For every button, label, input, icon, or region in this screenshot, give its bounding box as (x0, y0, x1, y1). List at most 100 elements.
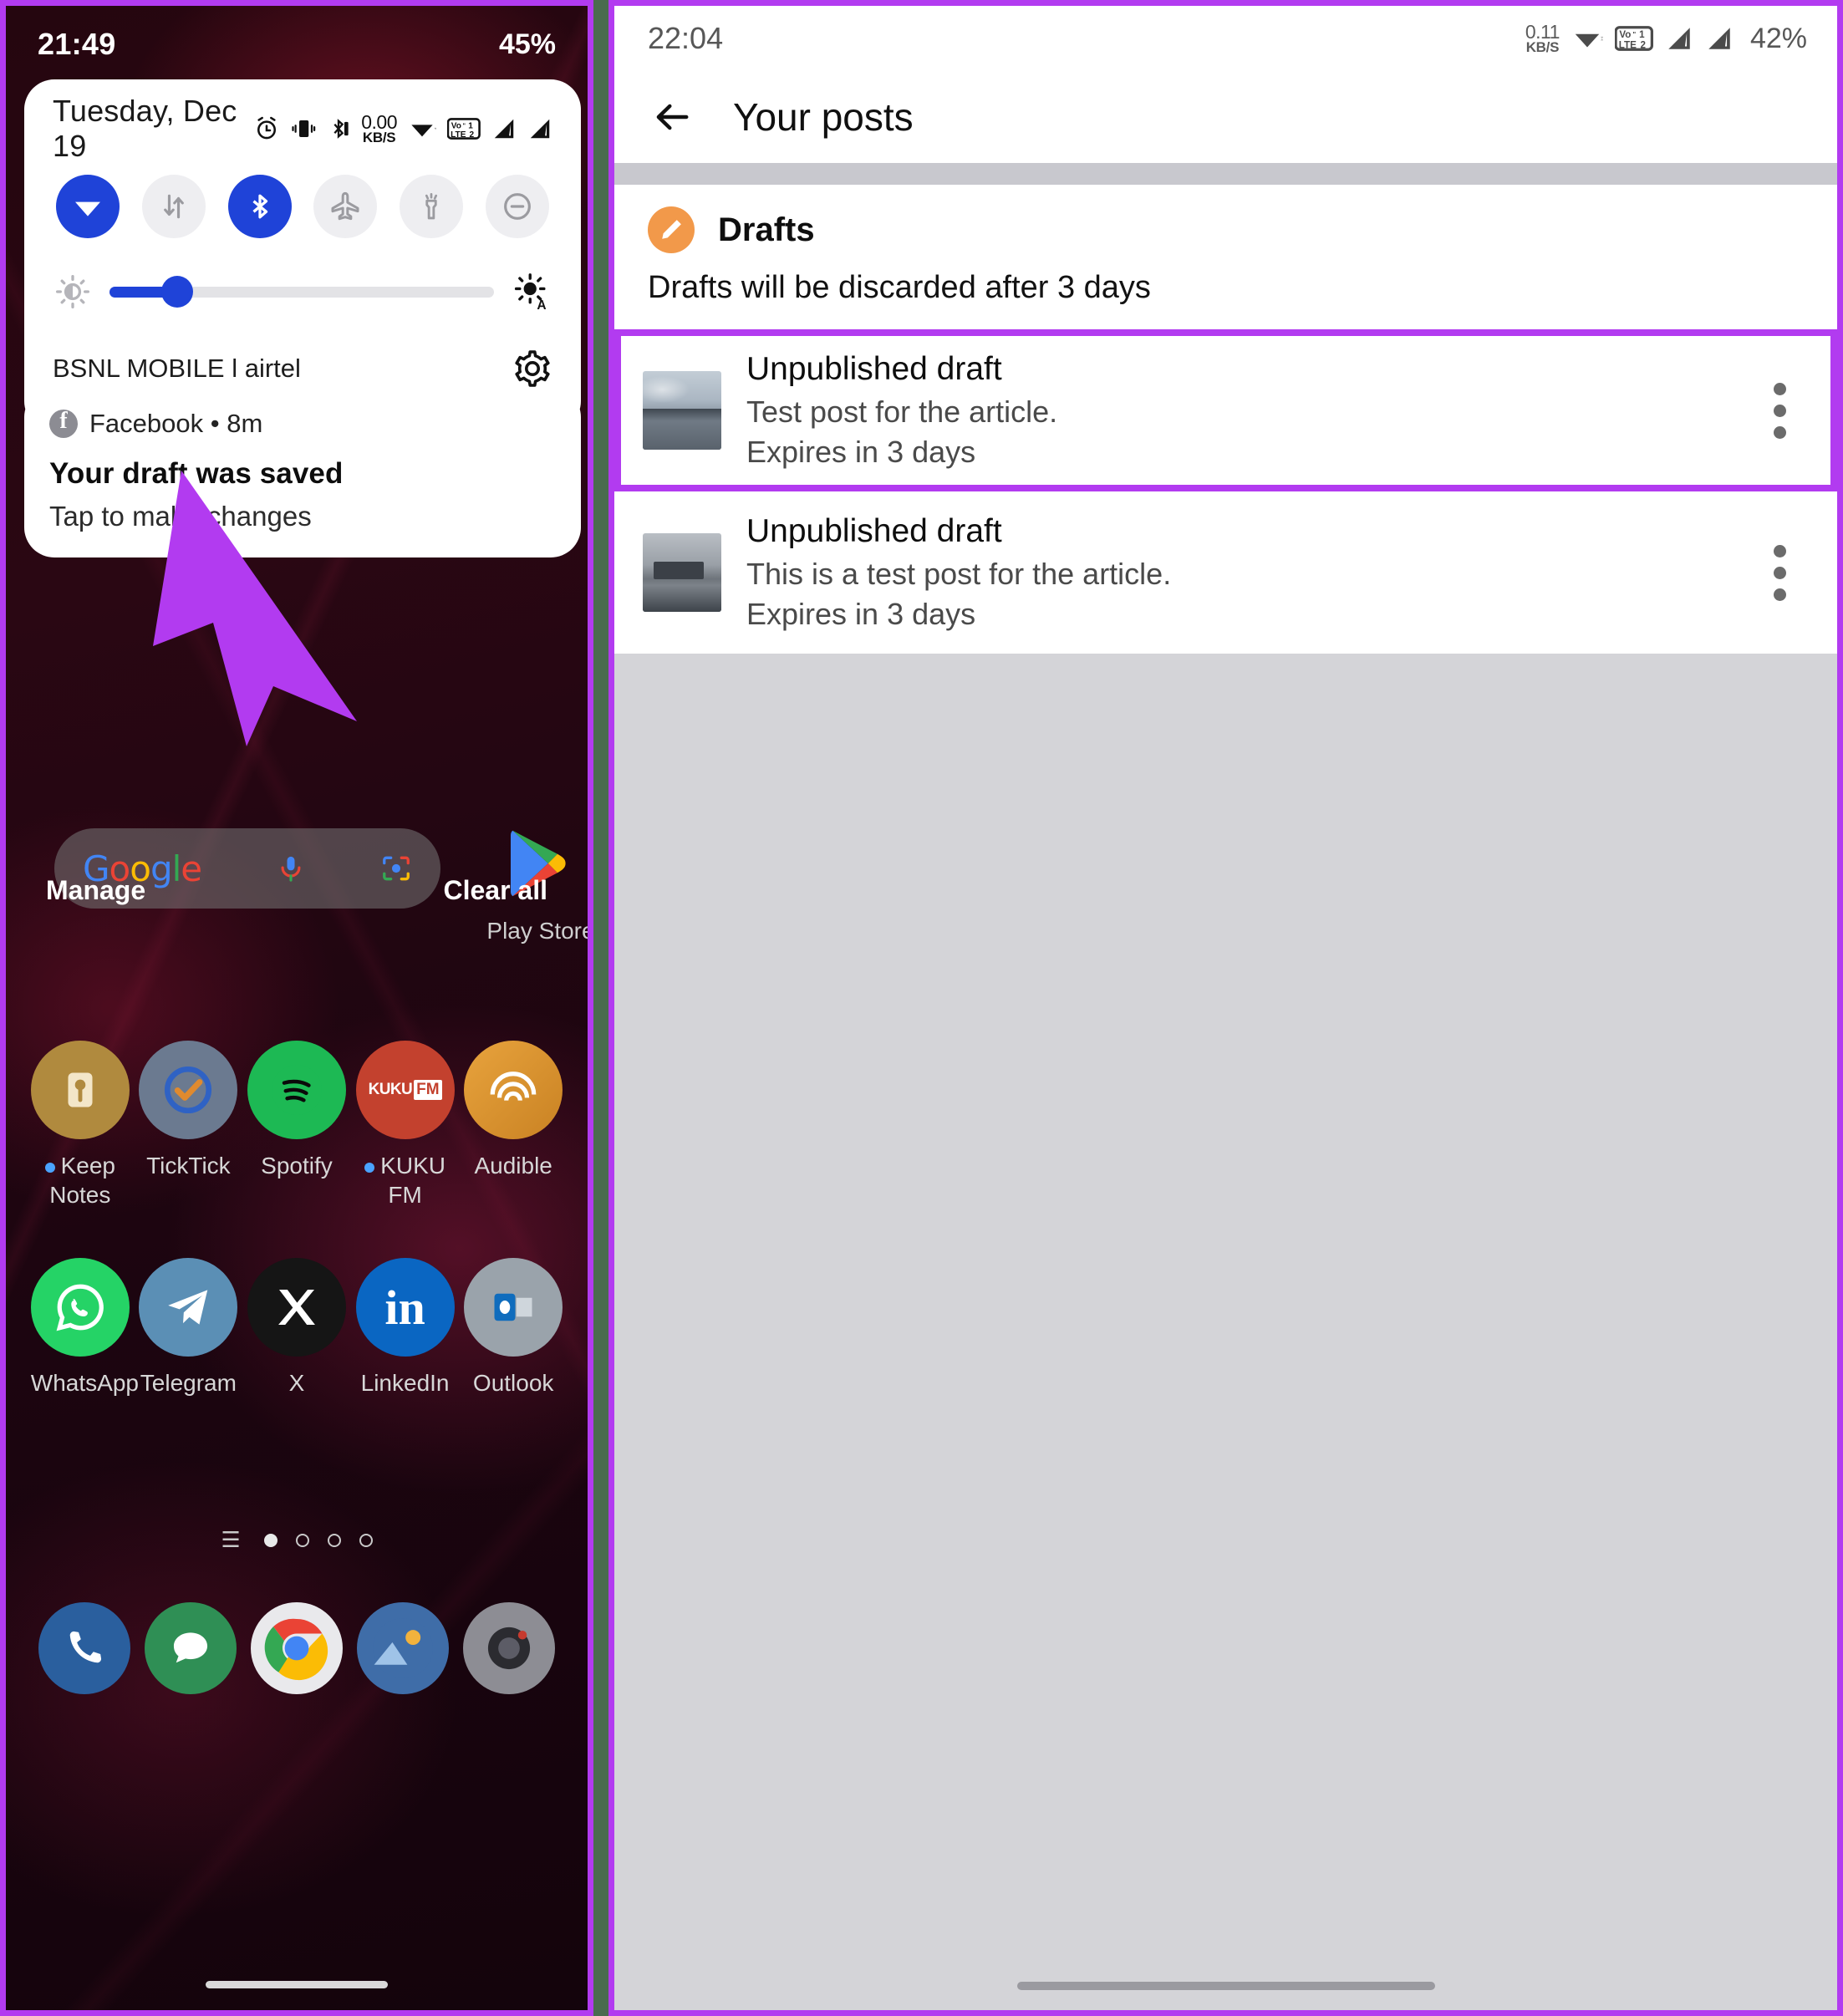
audible-icon (464, 1041, 563, 1139)
app-spotify[interactable]: Spotify (247, 1041, 346, 1209)
left-status-bar: 21:49 45% (6, 6, 588, 83)
svg-text:Vo: Vo (451, 121, 461, 130)
app-keep-notes[interactable]: Keep Notes (31, 1041, 130, 1209)
draft-thumbnail (643, 533, 721, 612)
svg-text:LTE: LTE (451, 130, 466, 140)
draft-list-item-2[interactable]: Unpublished draft This is a test post fo… (614, 491, 1837, 654)
draft-thumbnail (643, 371, 721, 450)
spotify-icon (247, 1041, 346, 1139)
brightness-slider[interactable] (109, 287, 494, 298)
net-speed-unit: KB/S (361, 131, 397, 145)
wifi-tile[interactable] (56, 175, 120, 238)
svg-text:Vo: Vo (1619, 29, 1631, 40)
page-dot[interactable] (296, 1534, 309, 1547)
phone-icon[interactable] (38, 1602, 130, 1694)
page-dot[interactable] (359, 1534, 373, 1547)
manage-button[interactable]: Manage (46, 875, 145, 906)
kuku-fm-icon: KUKUFM (356, 1041, 455, 1139)
bluetooth-icon (245, 190, 275, 223)
net-speed-value: 0.11 (1525, 23, 1560, 41)
brightness-row: A (53, 272, 552, 312)
volte-icon: Vo " 1 LTE 2 (447, 115, 481, 142)
draft-description: Test post for the article. (746, 395, 1725, 430)
alarm-icon (253, 115, 280, 142)
whatsapp-icon (31, 1258, 130, 1357)
right-status-bar: 22:04 0.11 KB/S Vo " 1 LT (614, 6, 1837, 71)
app-whatsapp[interactable]: WhatsApp (31, 1258, 130, 1397)
svg-text:2: 2 (1640, 39, 1645, 50)
pencil-icon (648, 206, 695, 253)
app-label: Keep Notes (31, 1151, 130, 1209)
clear-all-button[interactable]: Clear all (443, 875, 547, 906)
quick-settings-tiles (53, 175, 552, 238)
do-not-disturb-icon (501, 190, 534, 223)
back-arrow-icon[interactable] (648, 98, 696, 136)
app-linkedin[interactable]: in LinkedIn (356, 1258, 455, 1397)
net-speed-unit: KB/S (1525, 41, 1560, 54)
date-label: Tuesday, Dec 19 (53, 94, 253, 164)
panel-gap (593, 0, 608, 2016)
app-telegram[interactable]: Telegram (139, 1258, 237, 1397)
ticktick-icon (139, 1041, 237, 1139)
right-phone-screenshot: 22:04 0.11 KB/S Vo " 1 LT (608, 0, 1843, 2016)
hamburger-icon[interactable]: ☰ (221, 1527, 240, 1553)
notification-shade-actions: Manage Clear all (6, 875, 588, 906)
gear-icon[interactable] (512, 349, 552, 389)
app-row: Keep Notes TickTick Spotify KUKUF (6, 1041, 588, 1209)
status-time: 21:49 (38, 27, 116, 62)
notification-dot (45, 1163, 55, 1173)
app-dock (6, 1602, 588, 1694)
flashlight-icon (416, 190, 446, 223)
bluetooth-tile[interactable] (228, 175, 292, 238)
mobile-data-icon (158, 191, 190, 222)
quick-settings-footer: BSNL MOBILE l airtel (53, 349, 552, 389)
annotation-arrow (148, 471, 357, 746)
net-speed-icon: 0.11 KB/S (1525, 23, 1560, 54)
quick-settings-panel[interactable]: Tuesday, Dec 19 (24, 79, 581, 431)
messages-icon[interactable] (145, 1602, 237, 1694)
airplane-tile[interactable] (313, 175, 377, 238)
draft-text-block: Unpublished draft Test post for the arti… (746, 351, 1725, 470)
draft-description: This is a test post for the article. (746, 557, 1725, 592)
bluetooth-icon (327, 115, 350, 142)
app-kuku-fm[interactable]: KUKUFM KUKU FM (356, 1041, 455, 1209)
app-x[interactable]: X (247, 1258, 346, 1397)
app-bar: Your posts (614, 71, 1837, 163)
keep-notes-icon (31, 1041, 130, 1139)
brightness-low-icon (54, 273, 91, 310)
signal-2-icon (1705, 23, 1734, 53)
kebab-menu-icon[interactable] (1750, 383, 1809, 439)
draft-list-item-1[interactable]: Unpublished draft Test post for the arti… (614, 329, 1837, 491)
kebab-menu-icon[interactable] (1750, 545, 1809, 601)
camera-icon[interactable] (463, 1602, 555, 1694)
notification-header: Facebook • 8m (49, 409, 556, 439)
app-label: Telegram (139, 1368, 237, 1397)
navigation-bar-handle[interactable] (6, 1981, 588, 1988)
app-label: TickTick (139, 1151, 237, 1180)
drafts-title-row: Drafts (648, 206, 1804, 253)
app-label: WhatsApp (31, 1368, 130, 1397)
flashlight-tile[interactable] (400, 175, 463, 238)
page-dot-active[interactable] (264, 1534, 277, 1547)
svg-text:LTE: LTE (1619, 39, 1637, 50)
do-not-disturb-tile[interactable] (486, 175, 549, 238)
svg-text:1: 1 (1639, 29, 1645, 40)
photos-icon[interactable] (357, 1602, 449, 1694)
auto-brightness-icon[interactable]: A (512, 272, 551, 312)
page-dot[interactable] (328, 1534, 341, 1547)
app-label: Audible (464, 1151, 563, 1180)
signal-2-icon (527, 115, 552, 142)
mobile-data-tile[interactable] (142, 175, 206, 238)
wifi-icon (1571, 23, 1603, 53)
signal-1-icon (1665, 23, 1693, 53)
app-audible[interactable]: Audible (464, 1041, 563, 1209)
app-ticktick[interactable]: TickTick (139, 1041, 237, 1209)
app-label: X (247, 1368, 346, 1397)
app-outlook[interactable]: Outlook (464, 1258, 563, 1397)
screenshot-stage: 21:49 45% Tuesday, Dec 19 (0, 0, 1843, 2016)
draft-expiry: Expires in 3 days (746, 435, 1725, 470)
brightness-slider-knob[interactable] (161, 276, 193, 308)
chrome-icon[interactable] (251, 1602, 343, 1694)
draft-title: Unpublished draft (746, 351, 1725, 388)
navigation-bar-handle[interactable] (614, 1982, 1837, 1990)
